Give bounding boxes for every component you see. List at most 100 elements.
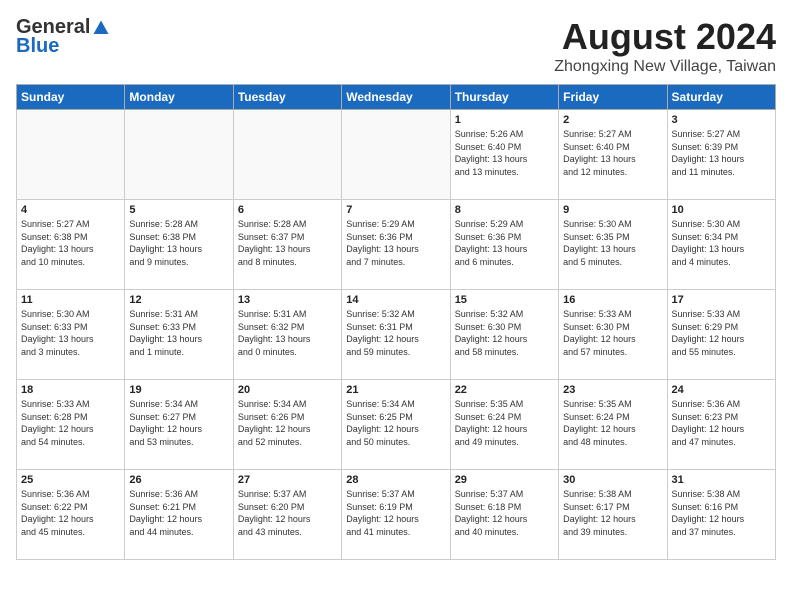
page-header: General Blue August 2024 Zhongxing New V…: [16, 16, 776, 76]
calendar-cell: 4 Sunrise: 5:27 AM Sunset: 6:38 PM Daylig…: [17, 200, 125, 290]
day-info: Sunrise: 5:28 AM Sunset: 6:38 PM Dayligh…: [129, 218, 228, 268]
logo-icon: [92, 19, 110, 37]
calendar-cell: 15 Sunrise: 5:32 AM Sunset: 6:30 PM Dayli…: [450, 290, 558, 380]
calendar-cell: 20 Sunrise: 5:34 AM Sunset: 6:26 PM Dayli…: [233, 380, 341, 470]
day-number: 15: [455, 294, 554, 306]
weekday-header-wednesday: Wednesday: [342, 85, 450, 110]
day-number: 20: [238, 384, 337, 396]
calendar-cell: 22 Sunrise: 5:35 AM Sunset: 6:24 PM Dayli…: [450, 380, 558, 470]
weekday-header-thursday: Thursday: [450, 85, 558, 110]
weekday-header-sunday: Sunday: [17, 85, 125, 110]
weekday-header-tuesday: Tuesday: [233, 85, 341, 110]
weekday-header-saturday: Saturday: [667, 85, 775, 110]
day-number: 21: [346, 384, 445, 396]
day-info: Sunrise: 5:32 AM Sunset: 6:31 PM Dayligh…: [346, 308, 445, 358]
calendar-cell: 6Sunrise: 5:28 AM Sunset: 6:37 PM Daylig…: [233, 200, 341, 290]
day-info: Sunrise: 5:33 AM Sunset: 6:28 PM Dayligh…: [21, 398, 120, 448]
calendar-cell: 25 Sunrise: 5:36 AM Sunset: 6:22 PM Dayli…: [17, 470, 125, 560]
day-info: Sunrise: 5:30 AM Sunset: 6:33 PM Dayligh…: [21, 308, 120, 358]
day-number: 23: [563, 384, 662, 396]
day-info: Sunrise: 5:36 AM Sunset: 6:22 PM Dayligh…: [21, 488, 120, 538]
calendar-cell: 3Sunrise: 5:27 AM Sunset: 6:39 PM Daylig…: [667, 110, 775, 200]
day-number: 1: [455, 114, 554, 126]
calendar-cell: 16Sunrise: 5:33 AM Sunset: 6:30 PM Dayli…: [559, 290, 667, 380]
calendar-cell: [125, 110, 233, 200]
calendar-cell: [342, 110, 450, 200]
calendar-cell: 10 Sunrise: 5:30 AM Sunset: 6:34 PM Dayli…: [667, 200, 775, 290]
day-info: Sunrise: 5:29 AM Sunset: 6:36 PM Dayligh…: [346, 218, 445, 268]
day-info: Sunrise: 5:34 AM Sunset: 6:26 PM Dayligh…: [238, 398, 337, 448]
calendar-cell: 2Sunrise: 5:27 AM Sunset: 6:40 PM Daylig…: [559, 110, 667, 200]
day-info: Sunrise: 5:27 AM Sunset: 6:38 PM Dayligh…: [21, 218, 120, 268]
logo-blue: Blue: [16, 35, 59, 58]
day-info: Sunrise: 5:28 AM Sunset: 6:37 PM Dayligh…: [238, 218, 337, 268]
calendar-cell: 31Sunrise: 5:38 AM Sunset: 6:16 PM Dayli…: [667, 470, 775, 560]
day-number: 30: [563, 474, 662, 486]
day-info: Sunrise: 5:34 AM Sunset: 6:27 PM Dayligh…: [129, 398, 228, 448]
calendar-cell: [17, 110, 125, 200]
calendar-cell: 12Sunrise: 5:31 AM Sunset: 6:33 PM Dayli…: [125, 290, 233, 380]
calendar-cell: 14 Sunrise: 5:32 AM Sunset: 6:31 PM Dayli…: [342, 290, 450, 380]
logo: General Blue: [16, 16, 110, 58]
day-number: 24: [672, 384, 771, 396]
calendar-cell: 7 Sunrise: 5:29 AM Sunset: 6:36 PM Daylig…: [342, 200, 450, 290]
day-info: Sunrise: 5:31 AM Sunset: 6:32 PM Dayligh…: [238, 308, 337, 358]
day-number: 13: [238, 294, 337, 306]
day-number: 2: [563, 114, 662, 126]
calendar-cell: 1 Sunrise: 5:26 AM Sunset: 6:40 PM Daylig…: [450, 110, 558, 200]
day-number: 26: [129, 474, 228, 486]
day-number: 28: [346, 474, 445, 486]
day-info: Sunrise: 5:36 AM Sunset: 6:21 PM Dayligh…: [129, 488, 228, 538]
day-number: 16: [563, 294, 662, 306]
calendar-cell: 27 Sunrise: 5:37 AM Sunset: 6:20 PM Dayli…: [233, 470, 341, 560]
calendar-cell: 30 Sunrise: 5:38 AM Sunset: 6:17 PM Dayli…: [559, 470, 667, 560]
calendar-cell: 28Sunrise: 5:37 AM Sunset: 6:19 PM Dayli…: [342, 470, 450, 560]
day-number: 5: [129, 204, 228, 216]
calendar-cell: 24 Sunrise: 5:36 AM Sunset: 6:23 PM Dayli…: [667, 380, 775, 470]
day-info: Sunrise: 5:35 AM Sunset: 6:24 PM Dayligh…: [563, 398, 662, 448]
day-number: 17: [672, 294, 771, 306]
subtitle: Zhongxing New Village, Taiwan: [554, 58, 776, 76]
calendar-cell: 18Sunrise: 5:33 AM Sunset: 6:28 PM Dayli…: [17, 380, 125, 470]
calendar-cell: [233, 110, 341, 200]
day-info: Sunrise: 5:37 AM Sunset: 6:18 PM Dayligh…: [455, 488, 554, 538]
day-info: Sunrise: 5:27 AM Sunset: 6:39 PM Dayligh…: [672, 128, 771, 178]
day-number: 9: [563, 204, 662, 216]
day-info: Sunrise: 5:37 AM Sunset: 6:20 PM Dayligh…: [238, 488, 337, 538]
calendar-cell: 23 Sunrise: 5:35 AM Sunset: 6:24 PM Dayli…: [559, 380, 667, 470]
day-info: Sunrise: 5:38 AM Sunset: 6:17 PM Dayligh…: [563, 488, 662, 538]
day-info: Sunrise: 5:29 AM Sunset: 6:36 PM Dayligh…: [455, 218, 554, 268]
weekday-header-friday: Friday: [559, 85, 667, 110]
day-number: 31: [672, 474, 771, 486]
day-number: 19: [129, 384, 228, 396]
day-number: 22: [455, 384, 554, 396]
calendar-cell: 19 Sunrise: 5:34 AM Sunset: 6:27 PM Dayli…: [125, 380, 233, 470]
day-number: 27: [238, 474, 337, 486]
day-info: Sunrise: 5:35 AM Sunset: 6:24 PM Dayligh…: [455, 398, 554, 448]
calendar-cell: 8 Sunrise: 5:29 AM Sunset: 6:36 PM Daylig…: [450, 200, 558, 290]
day-info: Sunrise: 5:30 AM Sunset: 6:34 PM Dayligh…: [672, 218, 771, 268]
day-info: Sunrise: 5:26 AM Sunset: 6:40 PM Dayligh…: [455, 128, 554, 178]
main-title: August 2024: [554, 16, 776, 58]
day-number: 29: [455, 474, 554, 486]
day-number: 8: [455, 204, 554, 216]
calendar-cell: 13 Sunrise: 5:31 AM Sunset: 6:32 PM Dayli…: [233, 290, 341, 380]
calendar-cell: 11 Sunrise: 5:30 AM Sunset: 6:33 PM Dayli…: [17, 290, 125, 380]
day-info: Sunrise: 5:36 AM Sunset: 6:23 PM Dayligh…: [672, 398, 771, 448]
title-block: August 2024 Zhongxing New Village, Taiwa…: [554, 16, 776, 76]
weekday-header-monday: Monday: [125, 85, 233, 110]
day-number: 4: [21, 204, 120, 216]
day-info: Sunrise: 5:34 AM Sunset: 6:25 PM Dayligh…: [346, 398, 445, 448]
calendar-cell: 21 Sunrise: 5:34 AM Sunset: 6:25 PM Dayli…: [342, 380, 450, 470]
day-info: Sunrise: 5:32 AM Sunset: 6:30 PM Dayligh…: [455, 308, 554, 358]
day-number: 7: [346, 204, 445, 216]
day-info: Sunrise: 5:33 AM Sunset: 6:29 PM Dayligh…: [672, 308, 771, 358]
day-number: 11: [21, 294, 120, 306]
day-number: 14: [346, 294, 445, 306]
calendar-cell: 5 Sunrise: 5:28 AM Sunset: 6:38 PM Daylig…: [125, 200, 233, 290]
calendar-cell: 17 Sunrise: 5:33 AM Sunset: 6:29 PM Dayli…: [667, 290, 775, 380]
day-number: 25: [21, 474, 120, 486]
day-number: 12: [129, 294, 228, 306]
calendar-cell: 26 Sunrise: 5:36 AM Sunset: 6:21 PM Dayli…: [125, 470, 233, 560]
day-number: 10: [672, 204, 771, 216]
